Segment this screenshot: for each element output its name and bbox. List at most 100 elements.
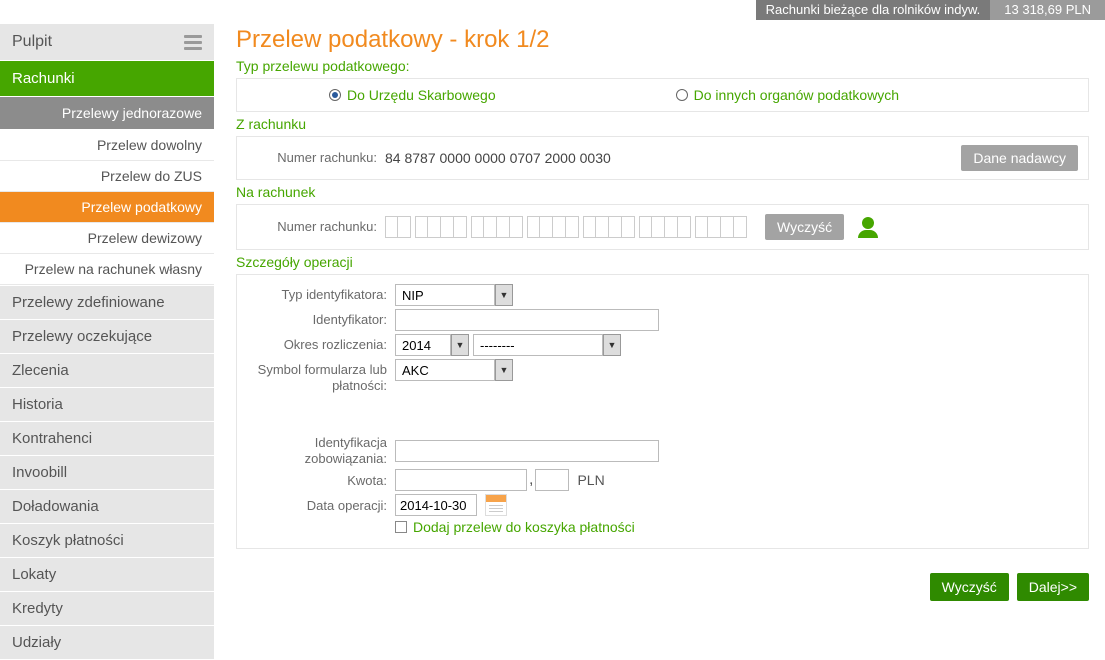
sidebar-item-history[interactable]: Historia <box>0 388 214 422</box>
iban-digit[interactable] <box>622 216 635 238</box>
transfer-type-panel: Do Urzędu Skarbowego Do innych organów p… <box>236 78 1089 112</box>
iban-digit[interactable] <box>484 216 497 238</box>
main-content: Przelew podatkowy - krok 1/2 Typ przelew… <box>214 20 1105 660</box>
footer-next-button[interactable]: Dalej>> <box>1017 573 1089 601</box>
iban-digit[interactable] <box>583 216 596 238</box>
sidebar-item-basket[interactable]: Koszyk płatności <box>0 524 214 558</box>
amount-sep: , <box>529 471 533 489</box>
sidebar-item-orders[interactable]: Zlecenia <box>0 354 214 388</box>
form-symbol-value: AKC <box>395 359 495 381</box>
sidebar-item-topups[interactable]: Doładowania <box>0 490 214 524</box>
amount-main-input[interactable] <box>395 469 527 491</box>
radio-tax-office[interactable]: Do Urzędu Skarbowego <box>329 87 496 103</box>
iban-digit[interactable] <box>678 216 691 238</box>
top-bar: Rachunki bieżące dla rolników indyw. 13 … <box>0 0 1105 20</box>
page-title: Przelew podatkowy - krok 1/2 <box>236 26 1089 54</box>
hamburger-icon[interactable] <box>184 35 202 50</box>
identifier-label: Identyfikator: <box>247 312 395 328</box>
date-input[interactable] <box>395 494 477 516</box>
period-part-select[interactable]: -------- ▼ <box>473 334 621 356</box>
amount-cents-input[interactable] <box>535 469 569 491</box>
iban-digit[interactable] <box>540 216 553 238</box>
sidebar-item-shares[interactable]: Udziały <box>0 626 214 660</box>
id-type-label: Typ identyfikatora: <box>247 287 395 303</box>
obligation-input[interactable] <box>395 440 659 462</box>
clear-iban-button[interactable]: Wyczyść <box>765 214 844 240</box>
sidebar-item-defined[interactable]: Przelewy zdefiniowane <box>0 285 214 320</box>
identifier-input[interactable] <box>395 309 659 331</box>
iban-digit[interactable] <box>708 216 721 238</box>
from-account-panel: Numer rachunku: 84 8787 0000 0000 0707 2… <box>236 136 1089 180</box>
sidebar-sub-fx[interactable]: Przelew dewizowy <box>0 223 214 254</box>
to-account-panel: Numer rachunku: Wyczyść <box>236 204 1089 250</box>
chevron-down-icon[interactable]: ▼ <box>603 334 621 356</box>
iban-digit[interactable] <box>428 216 441 238</box>
period-year-value: 2014 <box>395 334 451 356</box>
iban-digit[interactable] <box>596 216 609 238</box>
sidebar-dashboard[interactable]: Pulpit <box>0 24 214 61</box>
sidebar-item-pending[interactable]: Przelewy oczekujące <box>0 320 214 354</box>
calendar-icon[interactable] <box>485 494 507 516</box>
iban-digit[interactable] <box>609 216 622 238</box>
iban-digit[interactable] <box>441 216 454 238</box>
sidebar-item-invoobill[interactable]: Invoobill <box>0 456 214 490</box>
period-label: Okres rozliczenia: <box>247 337 395 353</box>
period-year-select[interactable]: 2014 ▼ <box>395 334 469 356</box>
sidebar: Pulpit Rachunki Przelewy jednorazowe Prz… <box>0 24 214 660</box>
form-symbol-select[interactable]: AKC ▼ <box>395 359 513 381</box>
iban-digit[interactable] <box>566 216 579 238</box>
from-acct-no-label: Numer rachunku: <box>247 150 385 166</box>
from-acct-no: 84 8787 0000 0000 0707 2000 0030 <box>385 150 611 166</box>
date-label: Data operacji: <box>247 498 395 514</box>
currency-label: PLN <box>577 472 604 488</box>
iban-input[interactable] <box>385 216 747 238</box>
id-type-select[interactable]: NIP ▼ <box>395 284 513 306</box>
sidebar-item-loans[interactable]: Kredyty <box>0 592 214 626</box>
sender-info-button[interactable]: Dane nadawcy <box>961 145 1078 171</box>
basket-checkbox[interactable] <box>395 521 407 533</box>
period-part-value: -------- <box>473 334 603 356</box>
iban-digit[interactable] <box>454 216 467 238</box>
radio-tax-office-label: Do Urzędu Skarbowego <box>347 87 496 103</box>
iban-digit[interactable] <box>553 216 566 238</box>
radio-other-tax-label: Do innych organów podatkowych <box>694 87 899 103</box>
iban-digit[interactable] <box>385 216 398 238</box>
sidebar-accounts[interactable]: Rachunki <box>0 61 214 97</box>
iban-digit[interactable] <box>510 216 523 238</box>
basket-checkbox-label: Dodaj przelew do koszyka płatności <box>413 519 635 535</box>
account-balance: 13 318,69 PLN <box>990 0 1105 20</box>
to-acct-no-label: Numer rachunku: <box>247 219 385 235</box>
chevron-down-icon[interactable]: ▼ <box>495 359 513 381</box>
sidebar-group-onetime[interactable]: Przelewy jednorazowe <box>0 97 214 130</box>
sidebar-item-contractors[interactable]: Kontrahenci <box>0 422 214 456</box>
sidebar-sub-tax[interactable]: Przelew podatkowy <box>0 192 214 223</box>
chevron-down-icon[interactable]: ▼ <box>495 284 513 306</box>
iban-digit[interactable] <box>695 216 708 238</box>
obligation-label: Identyfikacja zobowiązania: <box>247 435 395 466</box>
iban-digit[interactable] <box>652 216 665 238</box>
footer-buttons: Wyczyść Dalej>> <box>236 573 1089 601</box>
iban-digit[interactable] <box>497 216 510 238</box>
radio-icon <box>329 89 341 101</box>
sidebar-dashboard-label: Pulpit <box>12 33 52 51</box>
iban-digit[interactable] <box>639 216 652 238</box>
iban-digit[interactable] <box>527 216 540 238</box>
iban-digit[interactable] <box>398 216 411 238</box>
sidebar-sub-own[interactable]: Przelew na rachunek własny <box>0 254 214 285</box>
radio-icon <box>676 89 688 101</box>
iban-digit[interactable] <box>471 216 484 238</box>
radio-other-tax[interactable]: Do innych organów podatkowych <box>676 87 899 103</box>
details-panel: Typ identyfikatora: NIP ▼ Identyfikator:… <box>236 274 1089 549</box>
details-label: Szczegóły operacji <box>236 254 1089 270</box>
iban-digit[interactable] <box>721 216 734 238</box>
chevron-down-icon[interactable]: ▼ <box>451 334 469 356</box>
sidebar-sub-any[interactable]: Przelew dowolny <box>0 130 214 161</box>
footer-clear-button[interactable]: Wyczyść <box>930 573 1009 601</box>
iban-digit[interactable] <box>415 216 428 238</box>
to-account-label: Na rachunek <box>236 184 1089 200</box>
sidebar-item-deposits[interactable]: Lokaty <box>0 558 214 592</box>
sidebar-sub-zus[interactable]: Przelew do ZUS <box>0 161 214 192</box>
iban-digit[interactable] <box>734 216 747 238</box>
contact-picker-icon[interactable] <box>858 217 878 237</box>
iban-digit[interactable] <box>665 216 678 238</box>
